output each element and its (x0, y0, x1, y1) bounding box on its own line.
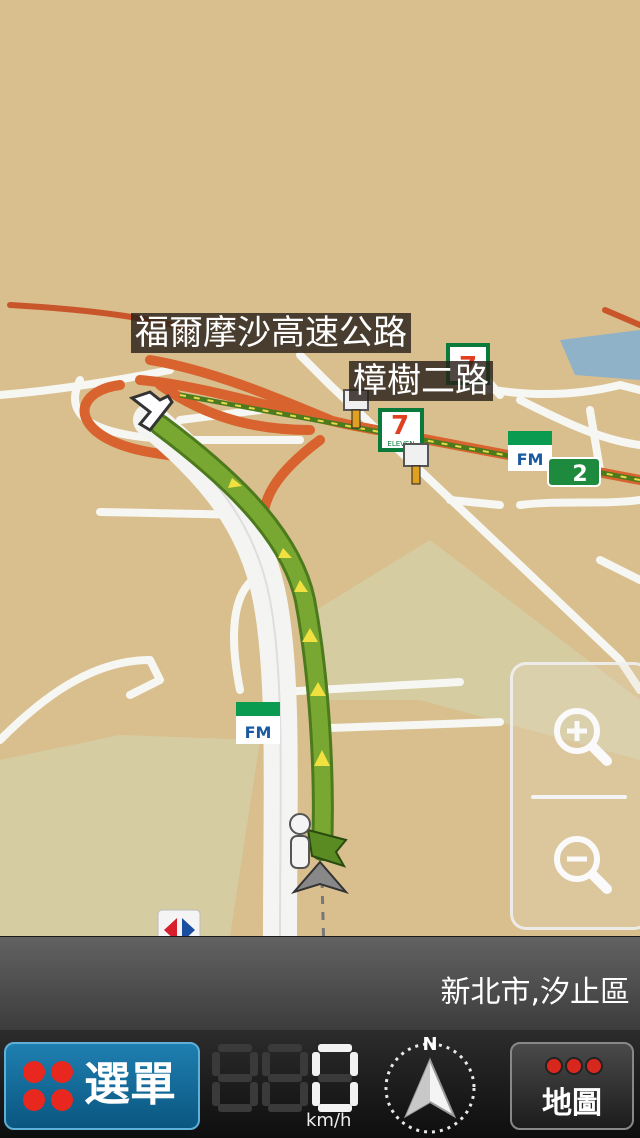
map-label: 地圖 (542, 1086, 602, 1121)
zoom-out-icon[interactable] (549, 831, 619, 901)
svg-text:FM: FM (517, 450, 544, 469)
svg-text:FM: FM (245, 723, 272, 742)
map-button[interactable]: 地圖 (510, 1042, 634, 1130)
svg-text:2: 2 (572, 462, 587, 487)
map-dots-icon (545, 1057, 603, 1075)
zoom-panel (510, 662, 640, 930)
location-bar: 新北市,汐止區 (0, 936, 640, 1031)
svg-text:N: N (422, 1034, 437, 1055)
menu-label: 選單 (84, 1057, 176, 1111)
zoom-in-icon[interactable] (549, 703, 619, 773)
current-area-label: 新北市,汐止區 (440, 975, 630, 1010)
familymart-icon: FM (508, 431, 552, 471)
road-label-freeway: 福爾摩沙高速公路 (131, 313, 411, 353)
zoom-divider (531, 795, 627, 799)
bottom-toolbar: 選單 0 km/h N 地圖 (0, 1030, 640, 1138)
speed-unit-label: km/h (306, 1110, 352, 1131)
road-label-street: 樟樹二路 (349, 361, 493, 401)
highway-shield: 2 (547, 457, 601, 487)
speedometer-digits (212, 1044, 358, 1112)
svg-text:7: 7 (391, 411, 409, 441)
familymart-icon: FM (236, 702, 280, 744)
menu-button[interactable]: 選單 (4, 1042, 200, 1130)
menu-dots-icon (23, 1061, 73, 1111)
compass-icon[interactable]: N (378, 1030, 482, 1138)
